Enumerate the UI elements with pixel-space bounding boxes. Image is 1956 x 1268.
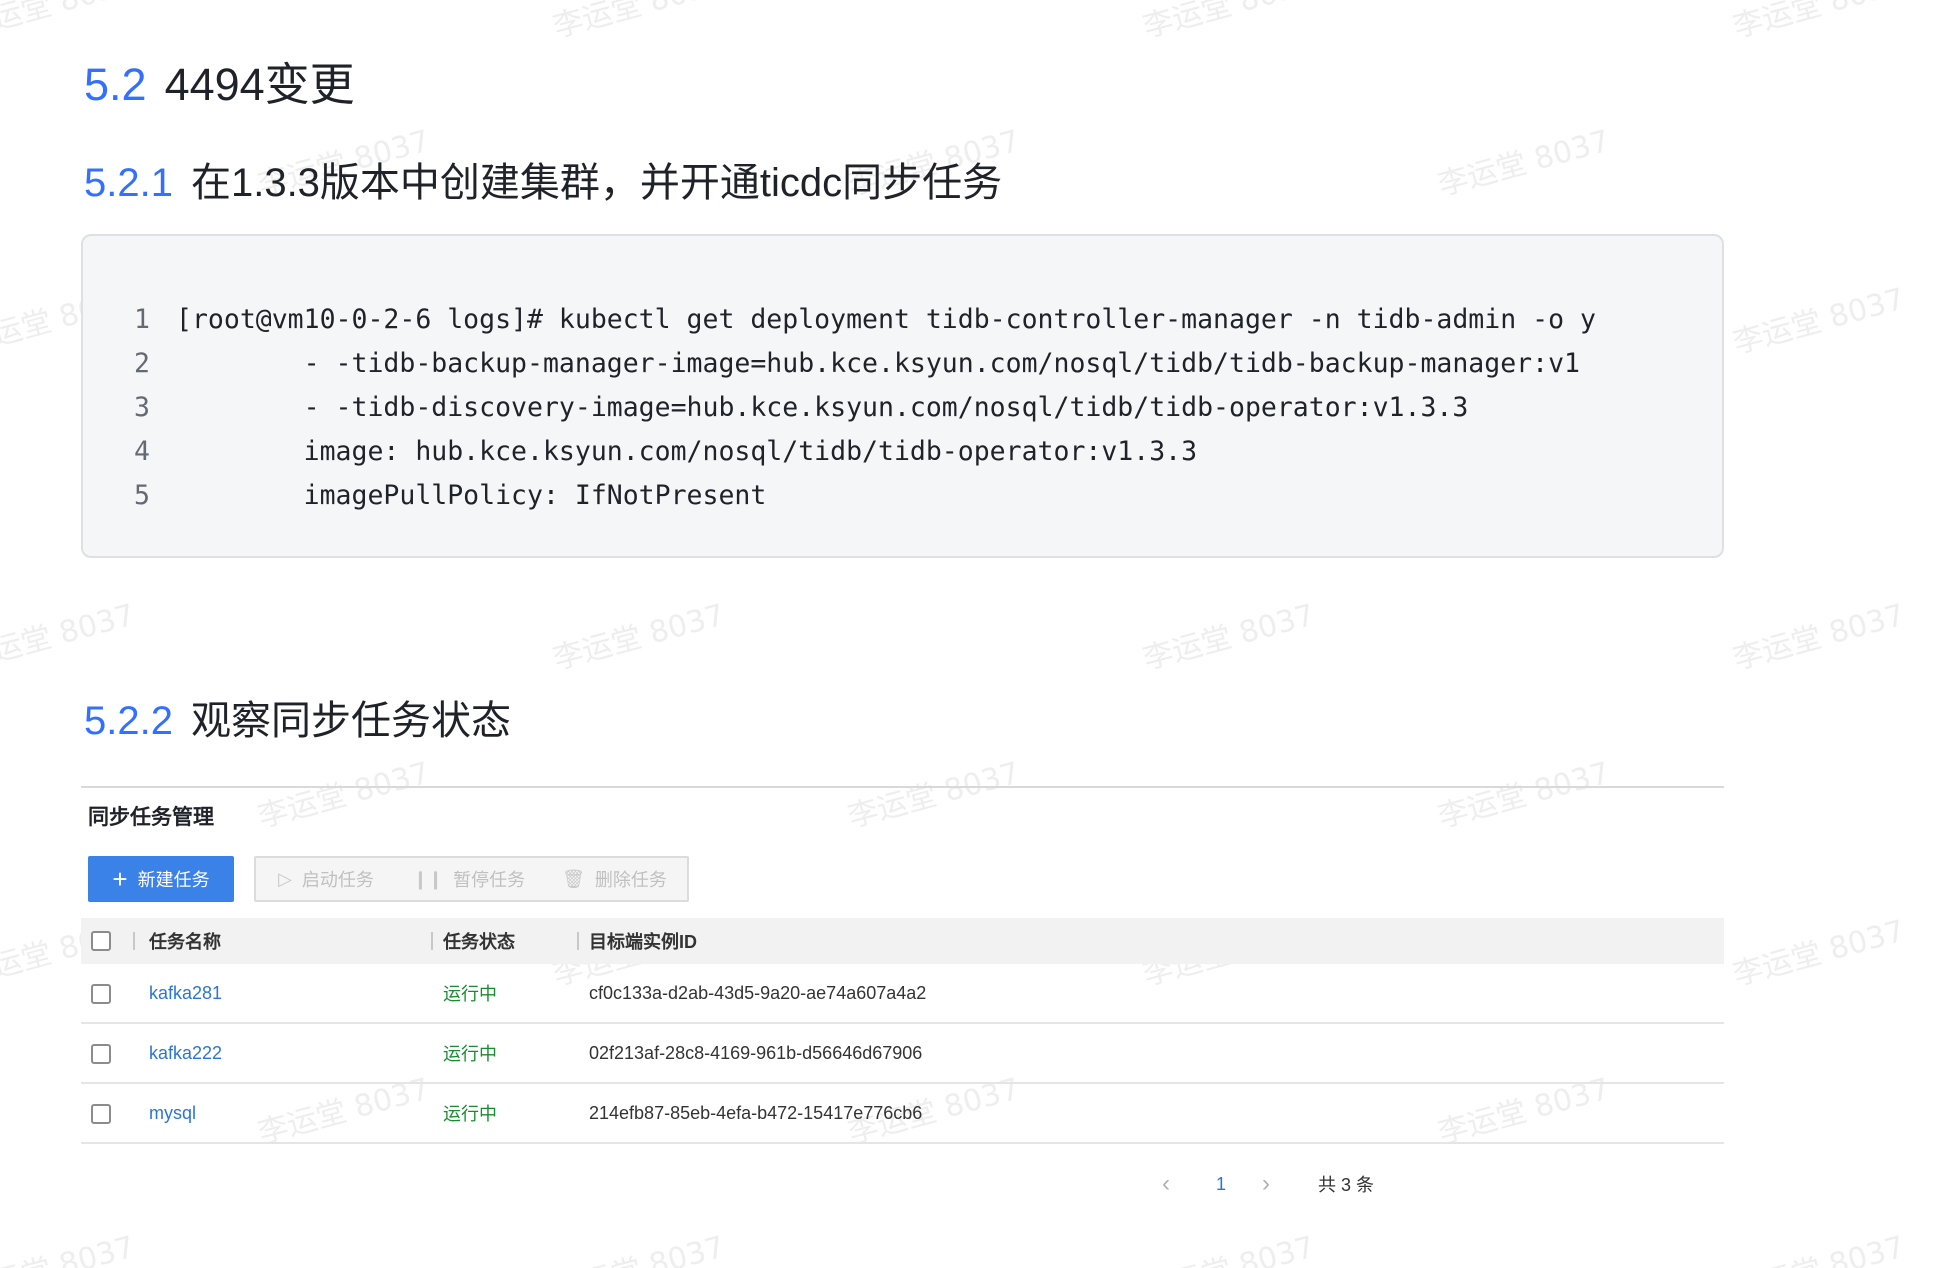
- new-task-button[interactable]: + 新建任务: [88, 856, 234, 902]
- watermark-text: 李运堂 8037: [1137, 1222, 1318, 1268]
- header-task-status: 任务状态: [443, 932, 515, 952]
- code-block: 1 [root@vm10-0-2-6 logs]# kubectl get dep…: [81, 234, 1724, 558]
- watermark-text: 李运堂 8037: [0, 597, 139, 678]
- task-name-link[interactable]: kafka222: [149, 1024, 222, 1082]
- column-divider: [431, 932, 433, 950]
- code-text: [root@vm10-0-2-6 logs]# kubectl get depl…: [176, 304, 1596, 335]
- section-heading-5-2-1: 5.2.1 在1.3.3版本中创建集群，并开通ticdc同步任务: [84, 150, 1002, 208]
- play-icon: ▷: [278, 868, 292, 889]
- table-header: 任务名称 任务状态 目标端实例ID: [81, 918, 1724, 964]
- header-task-name: 任务名称: [149, 932, 221, 952]
- watermark-text: 李运堂 8037: [1434, 755, 1614, 836]
- section-title: 在1.3.3版本中创建集群，并开通ticdc同步任务: [190, 161, 1003, 205]
- start-task-button[interactable]: ▷ 启动任务: [254, 856, 398, 902]
- watermark-text: 李运堂 8037: [1729, 281, 1909, 362]
- watermark-text: 李运堂 8037: [549, 0, 729, 46]
- header-target-instance-id: 目标端实例ID: [589, 932, 697, 952]
- select-all-checkbox[interactable]: [91, 931, 111, 951]
- row-checkbox[interactable]: [91, 984, 111, 1004]
- pause-task-button[interactable]: ❙❙ 暂停任务: [396, 856, 544, 902]
- table-row: mysql 运行中 214efb87-85eb-4efa-b472-15417e…: [81, 1084, 1724, 1144]
- target-instance-id: 214efb87-85eb-4efa-b472-15417e776cb6: [589, 1102, 923, 1123]
- section-title: 观察同步任务状态: [190, 699, 511, 743]
- watermark-text: 李运堂 8037: [1727, 1222, 1908, 1268]
- target-instance-id: 02f213af-28c8-4169-961b-d56646d67906: [589, 1042, 923, 1063]
- section-number: 5.2: [84, 59, 147, 110]
- row-checkbox[interactable]: [91, 1104, 111, 1124]
- watermark-text: 李运堂 8037: [0, 0, 138, 46]
- prev-page-icon[interactable]: ‹: [1162, 1168, 1170, 1200]
- section-number: 5.2.2: [84, 699, 173, 743]
- task-name-link[interactable]: kafka281: [149, 964, 222, 1022]
- line-number: 3: [134, 392, 150, 423]
- panel-title: 同步任务管理: [88, 806, 214, 829]
- watermark-text: 李运堂 8037: [1729, 913, 1909, 994]
- code-text: - -tidb-discovery-image=hub.kce.ksyun.co…: [176, 392, 1469, 423]
- code-line: 4 image: hub.kce.ksyun.com/nosql/tidb/ti…: [83, 430, 1197, 474]
- current-page[interactable]: 1: [1216, 1168, 1226, 1200]
- pause-icon: ❙❙: [412, 868, 444, 889]
- row-checkbox[interactable]: [91, 1044, 111, 1064]
- line-number: 5: [134, 480, 150, 511]
- plus-icon: +: [112, 864, 128, 894]
- watermark-text: 李运堂 8037: [844, 755, 1024, 836]
- task-table: 任务名称 任务状态 目标端实例ID kafka281 运行中 cf0c133a-…: [81, 918, 1724, 1144]
- watermark-text: 李运堂 8037: [1434, 123, 1614, 204]
- code-text: imagePullPolicy: IfNotPresent: [176, 480, 767, 511]
- watermark-text: 李运堂 8037: [0, 1222, 139, 1268]
- task-status: 运行中: [443, 1044, 497, 1064]
- column-divider: [577, 932, 579, 950]
- task-status: 运行中: [443, 984, 497, 1004]
- code-text: image: hub.kce.ksyun.com/nosql/tidb/tidb…: [176, 436, 1198, 467]
- new-task-label: 新建任务: [137, 870, 210, 890]
- total-count: 共 3 条: [1318, 1175, 1375, 1195]
- watermark-text: 李运堂 8037: [549, 597, 729, 678]
- code-text: - -tidb-backup-manager-image=hub.kce.ksy…: [176, 348, 1580, 379]
- watermark-text: 李运堂 8037: [547, 1222, 728, 1268]
- table-row: kafka281 运行中 cf0c133a-d2ab-43d5-9a20-ae7…: [81, 964, 1724, 1024]
- section-number: 5.2.1: [84, 161, 173, 205]
- panel-top-divider: [81, 786, 1724, 788]
- code-line: 1 [root@vm10-0-2-6 logs]# kubectl get dep…: [83, 298, 1596, 342]
- code-line: 5 imagePullPolicy: IfNotPresent: [83, 474, 766, 518]
- table-row: kafka222 运行中 02f213af-28c8-4169-961b-d56…: [81, 1024, 1724, 1084]
- start-task-label: 启动任务: [301, 870, 374, 890]
- target-instance-id: cf0c133a-d2ab-43d5-9a20-ae74a607a4a2: [589, 982, 927, 1003]
- watermark-text: 李运堂 8037: [1729, 597, 1909, 678]
- line-number: 1: [134, 304, 150, 335]
- trash-icon: 🗑: [562, 868, 585, 889]
- watermark-text: 李运堂 8037: [1729, 0, 1909, 46]
- line-number: 4: [134, 436, 150, 467]
- section-title: 4494变更: [164, 59, 355, 110]
- code-line: 3 - -tidb-discovery-image=hub.kce.ksyun.…: [83, 386, 1468, 430]
- column-divider: [133, 932, 135, 950]
- watermark-text: 李运堂 8037: [1139, 597, 1319, 678]
- line-number: 2: [134, 348, 150, 379]
- pause-task-label: 暂停任务: [453, 870, 526, 890]
- delete-task-button[interactable]: 🗑 删除任务: [542, 856, 689, 902]
- section-heading-5-2: 5.2 4494变更: [84, 48, 355, 113]
- delete-task-label: 删除任务: [594, 870, 667, 890]
- task-status: 运行中: [443, 1104, 497, 1124]
- watermark-text: 李运堂 8037: [1139, 0, 1319, 46]
- task-name-link[interactable]: mysql: [149, 1084, 196, 1142]
- code-line: 2 - -tidb-backup-manager-image=hub.kce.k…: [83, 342, 1580, 386]
- section-heading-5-2-2: 5.2.2 观察同步任务状态: [84, 688, 511, 746]
- watermark-text: 李运堂 8037: [254, 755, 434, 836]
- next-page-icon[interactable]: ›: [1262, 1168, 1270, 1200]
